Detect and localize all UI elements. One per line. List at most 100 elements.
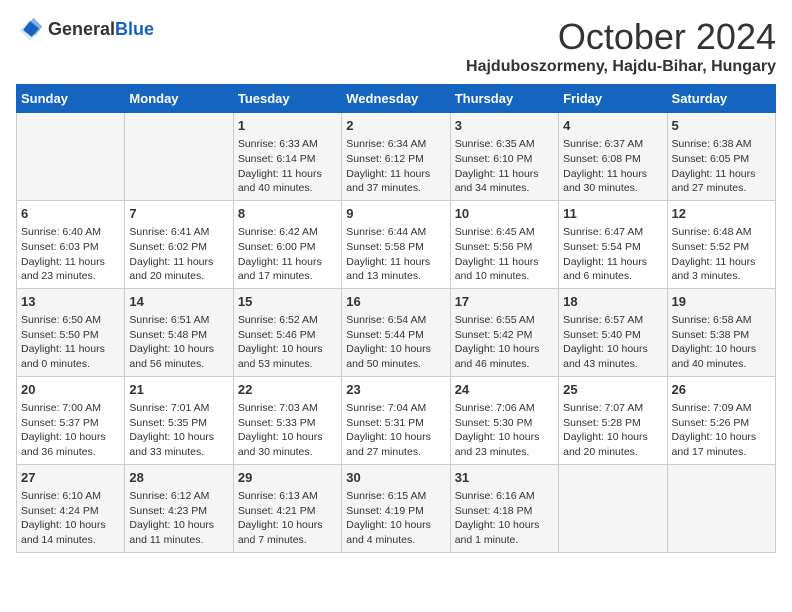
- weekday-header-saturday: Saturday: [667, 85, 775, 113]
- day-number: 7: [129, 205, 228, 223]
- title-block: October 2024 Hajduboszormeny, Hajdu-Biha…: [466, 16, 776, 76]
- day-info: Sunrise: 6:35 AMSunset: 6:10 PMDaylight:…: [455, 137, 554, 196]
- calendar-body: 1 Sunrise: 6:33 AMSunset: 6:14 PMDaylight…: [17, 113, 776, 553]
- calendar-cell: 11Sunrise: 6:47 AMSunset: 5:54 PMDayligh…: [559, 200, 667, 288]
- day-number: 18: [563, 293, 662, 311]
- day-number: 6: [21, 205, 120, 223]
- day-number: 19: [672, 293, 771, 311]
- day-number: 25: [563, 381, 662, 399]
- day-number: 16: [346, 293, 445, 311]
- calendar-week-4: 20 Sunrise: 7:00 AMSunset: 5:37 PMDayligh…: [17, 376, 776, 464]
- day-info: Sunrise: 7:04 AMSunset: 5:31 PMDaylight:…: [346, 401, 445, 460]
- day-number: 30: [346, 469, 445, 487]
- calendar-cell: 2 Sunrise: 6:34 AMSunset: 6:12 PMDaylight…: [342, 113, 450, 201]
- page-header: GeneralBlue October 2024 Hajduboszormeny…: [16, 16, 776, 76]
- calendar-cell: [125, 113, 233, 201]
- day-number: 28: [129, 469, 228, 487]
- calendar-week-5: 27 Sunrise: 6:10 AMSunset: 4:24 PMDayligh…: [17, 464, 776, 552]
- calendar-week-2: 6Sunrise: 6:40 AMSunset: 6:03 PMDaylight…: [17, 200, 776, 288]
- header-row: SundayMondayTuesdayWednesdayThursdayFrid…: [17, 85, 776, 113]
- calendar-cell: 27 Sunrise: 6:10 AMSunset: 4:24 PMDayligh…: [17, 464, 125, 552]
- day-number: 13: [21, 293, 120, 311]
- calendar-cell: 10 Sunrise: 6:45 AMSunset: 5:56 PMDayligh…: [450, 200, 558, 288]
- day-info: Sunrise: 6:15 AMSunset: 4:19 PMDaylight:…: [346, 489, 445, 548]
- calendar-cell: 29 Sunrise: 6:13 AMSunset: 4:21 PMDayligh…: [233, 464, 341, 552]
- weekday-header-monday: Monday: [125, 85, 233, 113]
- day-info: Sunrise: 6:54 AMSunset: 5:44 PMDaylight:…: [346, 313, 445, 372]
- day-info: Sunrise: 6:16 AMSunset: 4:18 PMDaylight:…: [455, 489, 554, 548]
- calendar-cell: 15Sunrise: 6:52 AMSunset: 5:46 PMDayligh…: [233, 288, 341, 376]
- calendar-cell: [667, 464, 775, 552]
- day-number: 14: [129, 293, 228, 311]
- calendar-cell: 1 Sunrise: 6:33 AMSunset: 6:14 PMDaylight…: [233, 113, 341, 201]
- calendar-cell: 17Sunrise: 6:55 AMSunset: 5:42 PMDayligh…: [450, 288, 558, 376]
- day-number: 17: [455, 293, 554, 311]
- day-number: 2: [346, 117, 445, 135]
- location-title: Hajduboszormeny, Hajdu-Bihar, Hungary: [466, 58, 776, 76]
- logo: GeneralBlue: [16, 16, 154, 44]
- day-info: Sunrise: 7:01 AMSunset: 5:35 PMDaylight:…: [129, 401, 228, 460]
- day-number: 9: [346, 205, 445, 223]
- calendar-cell: 5 Sunrise: 6:38 AMSunset: 6:05 PMDaylight…: [667, 113, 775, 201]
- day-number: 15: [238, 293, 337, 311]
- day-info: Sunrise: 6:42 AMSunset: 6:00 PMDaylight:…: [238, 225, 337, 284]
- day-number: 11: [563, 205, 662, 223]
- calendar-cell: 19Sunrise: 6:58 AMSunset: 5:38 PMDayligh…: [667, 288, 775, 376]
- calendar-cell: 31 Sunrise: 6:16 AMSunset: 4:18 PMDayligh…: [450, 464, 558, 552]
- day-info: Sunrise: 6:51 AMSunset: 5:48 PMDaylight:…: [129, 313, 228, 372]
- day-info: Sunrise: 6:33 AMSunset: 6:14 PMDaylight:…: [238, 137, 337, 196]
- day-number: 22: [238, 381, 337, 399]
- calendar-week-3: 13 Sunrise: 6:50 AMSunset: 5:50 PMDayligh…: [17, 288, 776, 376]
- logo-icon: [16, 16, 44, 44]
- calendar-cell: 21 Sunrise: 7:01 AMSunset: 5:35 PMDayligh…: [125, 376, 233, 464]
- calendar-cell: 30 Sunrise: 6:15 AMSunset: 4:19 PMDayligh…: [342, 464, 450, 552]
- weekday-header-sunday: Sunday: [17, 85, 125, 113]
- calendar-cell: 22 Sunrise: 7:03 AMSunset: 5:33 PMDayligh…: [233, 376, 341, 464]
- calendar-cell: 9 Sunrise: 6:44 AMSunset: 5:58 PMDaylight…: [342, 200, 450, 288]
- day-number: 29: [238, 469, 337, 487]
- day-info: Sunrise: 7:00 AMSunset: 5:37 PMDaylight:…: [21, 401, 120, 460]
- calendar-cell: 6Sunrise: 6:40 AMSunset: 6:03 PMDaylight…: [17, 200, 125, 288]
- day-info: Sunrise: 6:38 AMSunset: 6:05 PMDaylight:…: [672, 137, 771, 196]
- day-info: Sunrise: 7:06 AMSunset: 5:30 PMDaylight:…: [455, 401, 554, 460]
- month-title: October 2024: [466, 16, 776, 58]
- calendar-week-1: 1 Sunrise: 6:33 AMSunset: 6:14 PMDaylight…: [17, 113, 776, 201]
- day-info: Sunrise: 6:57 AMSunset: 5:40 PMDaylight:…: [563, 313, 662, 372]
- calendar-table: SundayMondayTuesdayWednesdayThursdayFrid…: [16, 84, 776, 553]
- day-number: 21: [129, 381, 228, 399]
- weekday-header-wednesday: Wednesday: [342, 85, 450, 113]
- calendar-cell: 23 Sunrise: 7:04 AMSunset: 5:31 PMDayligh…: [342, 376, 450, 464]
- calendar-cell: 12 Sunrise: 6:48 AMSunset: 5:52 PMDayligh…: [667, 200, 775, 288]
- day-info: Sunrise: 6:12 AMSunset: 4:23 PMDaylight:…: [129, 489, 228, 548]
- day-number: 24: [455, 381, 554, 399]
- day-info: Sunrise: 6:34 AMSunset: 6:12 PMDaylight:…: [346, 137, 445, 196]
- calendar-cell: [559, 464, 667, 552]
- day-number: 27: [21, 469, 120, 487]
- calendar-cell: 24 Sunrise: 7:06 AMSunset: 5:30 PMDayligh…: [450, 376, 558, 464]
- day-number: 5: [672, 117, 771, 135]
- day-number: 10: [455, 205, 554, 223]
- day-info: Sunrise: 6:10 AMSunset: 4:24 PMDaylight:…: [21, 489, 120, 548]
- day-number: 12: [672, 205, 771, 223]
- day-info: Sunrise: 7:03 AMSunset: 5:33 PMDaylight:…: [238, 401, 337, 460]
- calendar-cell: 25 Sunrise: 7:07 AMSunset: 5:28 PMDayligh…: [559, 376, 667, 464]
- day-info: Sunrise: 6:48 AMSunset: 5:52 PMDaylight:…: [672, 225, 771, 284]
- day-number: 20: [21, 381, 120, 399]
- day-number: 8: [238, 205, 337, 223]
- logo-general-text: General: [48, 19, 115, 39]
- day-info: Sunrise: 7:07 AMSunset: 5:28 PMDaylight:…: [563, 401, 662, 460]
- day-info: Sunrise: 6:50 AMSunset: 5:50 PMDaylight:…: [21, 313, 120, 372]
- calendar-cell: 18 Sunrise: 6:57 AMSunset: 5:40 PMDayligh…: [559, 288, 667, 376]
- calendar-cell: 7Sunrise: 6:41 AMSunset: 6:02 PMDaylight…: [125, 200, 233, 288]
- day-info: Sunrise: 6:13 AMSunset: 4:21 PMDaylight:…: [238, 489, 337, 548]
- day-info: Sunrise: 6:45 AMSunset: 5:56 PMDaylight:…: [455, 225, 554, 284]
- weekday-header-tuesday: Tuesday: [233, 85, 341, 113]
- day-number: 31: [455, 469, 554, 487]
- calendar-cell: 16 Sunrise: 6:54 AMSunset: 5:44 PMDayligh…: [342, 288, 450, 376]
- day-info: Sunrise: 6:44 AMSunset: 5:58 PMDaylight:…: [346, 225, 445, 284]
- day-number: 1: [238, 117, 337, 135]
- weekday-header-friday: Friday: [559, 85, 667, 113]
- day-number: 23: [346, 381, 445, 399]
- day-info: Sunrise: 7:09 AMSunset: 5:26 PMDaylight:…: [672, 401, 771, 460]
- calendar-cell: [17, 113, 125, 201]
